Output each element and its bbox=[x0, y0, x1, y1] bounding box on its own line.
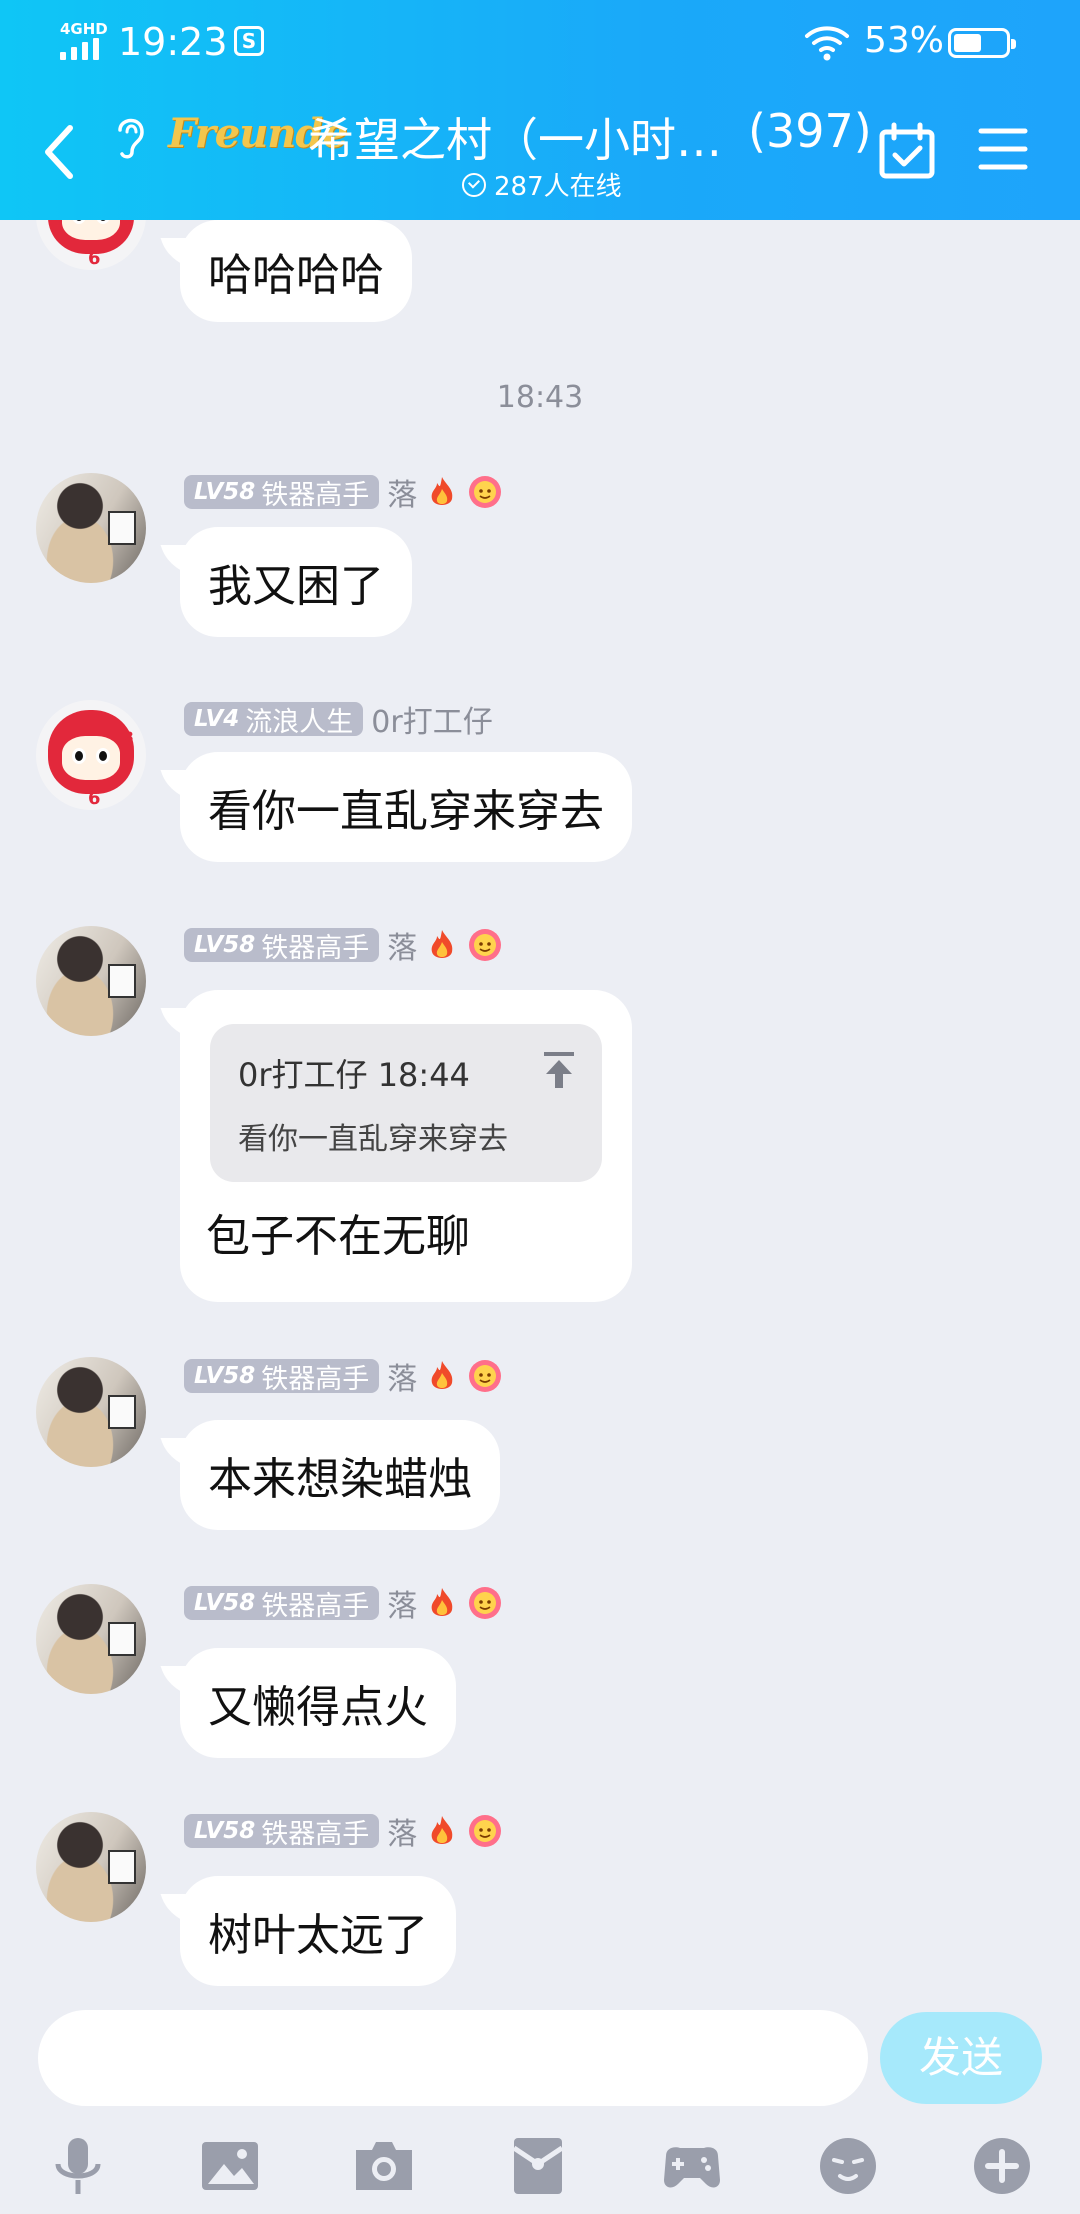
message-bubble[interactable]: 我又困了 bbox=[180, 527, 412, 637]
sender-meta: LV58 铁器高手 落 bbox=[184, 473, 503, 513]
sender-name: 落 bbox=[387, 1362, 418, 1397]
message-bubble[interactable]: 哈哈哈哈 bbox=[180, 220, 412, 322]
quote-text: 看你一直乱穿来穿去 bbox=[238, 1122, 508, 1157]
message-text: 我又困了 bbox=[208, 561, 384, 612]
sender-name: 落 bbox=[387, 478, 418, 513]
message-bubble[interactable]: 又懒得点火 bbox=[180, 1648, 456, 1758]
message-input[interactable] bbox=[38, 2010, 868, 2106]
clock: 19:23 bbox=[118, 20, 228, 64]
network-type: 4GHD bbox=[60, 20, 108, 38]
avatar[interactable] bbox=[36, 1812, 146, 1922]
calendar-checkin-icon[interactable] bbox=[878, 122, 936, 180]
status-bar: 4GHD 19:23 S 53% bbox=[0, 0, 1080, 90]
wifi-icon bbox=[805, 26, 849, 61]
message-text: 看你一直乱穿来穿去 bbox=[208, 786, 604, 837]
message-text: 本来想染蜡烛 bbox=[208, 1454, 472, 1505]
message-text: 包子不在无聊 bbox=[206, 1211, 470, 1262]
flower-badge-icon bbox=[469, 1360, 502, 1392]
fire-icon bbox=[431, 1588, 453, 1616]
image-icon[interactable] bbox=[198, 2134, 262, 2198]
fire-icon bbox=[431, 1361, 453, 1389]
message-bubble[interactable]: 树叶太远了 bbox=[180, 1876, 456, 1986]
sender-meta: LV58 铁器高手 落 bbox=[184, 1357, 503, 1397]
battery-icon bbox=[948, 28, 1016, 58]
flower-badge-icon bbox=[469, 1815, 502, 1847]
camera-icon[interactable] bbox=[352, 2134, 416, 2198]
back-icon[interactable] bbox=[40, 122, 80, 182]
avatar[interactable] bbox=[36, 1357, 146, 1467]
quoted-message[interactable]: 0r打工仔 18:44 看你一直乱穿来穿去 bbox=[210, 1024, 602, 1182]
message-text: 又懒得点火 bbox=[208, 1682, 428, 1733]
fire-icon bbox=[431, 477, 453, 505]
group-title[interactable]: 希望之村（一小时… bbox=[308, 104, 722, 170]
level-badge: LV58 铁器高手 bbox=[184, 475, 380, 511]
ear-icon[interactable] bbox=[112, 112, 150, 162]
level-badge: LV58 铁器高手 bbox=[184, 1359, 380, 1395]
sender-meta: LV58 铁器高手 落 bbox=[184, 1584, 503, 1624]
sender-meta: LV58 铁器高手 落 bbox=[184, 1812, 503, 1852]
red-packet-icon[interactable] bbox=[506, 2134, 570, 2198]
level-badge: LV58 铁器高手 bbox=[184, 1586, 380, 1622]
sender-name: 0r打工仔 bbox=[371, 705, 493, 740]
fire-icon bbox=[431, 1816, 453, 1844]
avatar[interactable] bbox=[36, 473, 146, 583]
quote-author-time: 0r打工仔 18:44 bbox=[238, 1056, 470, 1094]
flower-badge-icon bbox=[469, 476, 502, 508]
sender-name: 落 bbox=[387, 931, 418, 966]
sender-name: 落 bbox=[387, 1817, 418, 1852]
online-count: 287人在线 bbox=[494, 172, 622, 202]
notification-icon: S bbox=[234, 26, 264, 56]
menu-icon[interactable] bbox=[978, 126, 1028, 172]
sender-meta: LV58 铁器高手 落 bbox=[184, 926, 503, 966]
level-badge: LV4 流浪人生 bbox=[184, 702, 364, 738]
online-status: 287人在线 bbox=[462, 166, 622, 203]
avatar[interactable]: 36 bbox=[36, 700, 146, 810]
sender-name: 落 bbox=[387, 1589, 418, 1624]
jump-to-top-icon[interactable] bbox=[542, 1050, 576, 1090]
signal-icon bbox=[60, 38, 99, 60]
message-text: 哈哈哈哈 bbox=[208, 250, 384, 301]
chat-list[interactable]: 6 哈哈哈哈 18:43 LV58 铁器高手 落 我又困了 36 LV4 流浪人生 … bbox=[0, 220, 1080, 2000]
game-icon[interactable] bbox=[660, 2134, 724, 2198]
online-check-icon bbox=[462, 172, 486, 197]
input-toolbar bbox=[0, 2120, 1080, 2210]
fire-icon bbox=[431, 930, 453, 958]
level-badge: LV58 铁器高手 bbox=[184, 1814, 380, 1850]
flower-badge-icon bbox=[469, 929, 502, 961]
header: 4GHD 19:23 S 53% Freunde 希望之村（一小时… (397)… bbox=[0, 0, 1080, 220]
avatar[interactable] bbox=[36, 926, 146, 1036]
message-bubble-with-quote[interactable]: 0r打工仔 18:44 看你一直乱穿来穿去 包子不在无聊 bbox=[180, 990, 632, 1302]
battery-percent: 53% bbox=[864, 20, 945, 61]
avatar[interactable] bbox=[36, 1584, 146, 1694]
emoji-icon[interactable] bbox=[816, 2134, 880, 2198]
input-bar: 发送 bbox=[0, 2000, 1080, 2214]
message-bubble[interactable]: 本来想染蜡烛 bbox=[180, 1420, 500, 1530]
microphone-icon[interactable] bbox=[46, 2134, 110, 2198]
member-count: (397) bbox=[748, 104, 872, 158]
message-bubble[interactable]: 看你一直乱穿来穿去 bbox=[180, 752, 632, 862]
plus-icon[interactable] bbox=[970, 2134, 1034, 2198]
message-text: 树叶太远了 bbox=[208, 1910, 428, 1961]
avatar[interactable]: 6 bbox=[36, 220, 146, 270]
send-button[interactable]: 发送 bbox=[880, 2012, 1042, 2104]
timestamp: 18:43 bbox=[496, 380, 584, 415]
level-badge: LV58 铁器高手 bbox=[184, 928, 380, 964]
flower-badge-icon bbox=[469, 1587, 502, 1619]
sender-meta: LV4 流浪人生 0r打工仔 bbox=[184, 700, 493, 740]
chat-nav-bar: Freunde 希望之村（一小时… (397) 287人在线 bbox=[0, 90, 1080, 220]
